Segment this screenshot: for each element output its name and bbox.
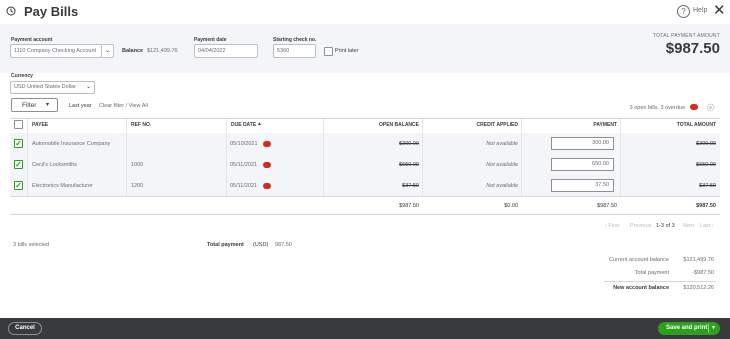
column-header-total-amount[interactable]: TOTAL AMOUNT	[622, 122, 716, 128]
credit-applied-cell: Not available	[486, 141, 518, 147]
filter-button[interactable]: Filter ▾	[11, 98, 58, 112]
payee-cell: Cecil's Locksmiths	[32, 162, 78, 168]
button-divider	[708, 324, 709, 333]
total-payment-amount: $987.50	[665, 40, 720, 57]
print-later-checkbox[interactable]	[324, 47, 333, 56]
credit-applied-total: $0.00	[504, 203, 518, 209]
title-bar	[0, 0, 730, 24]
payment-date-input[interactable]: 04/04/2022	[194, 44, 258, 58]
column-header-open-balance[interactable]: OPEN BALANCE	[325, 122, 419, 128]
ref-cell: 1200	[131, 183, 144, 189]
row-checkbox[interactable]: ✓	[14, 139, 23, 148]
chevron-down-icon[interactable]: ⌄	[86, 83, 91, 90]
row-checkbox[interactable]: ✓	[14, 181, 23, 190]
history-icon[interactable]	[6, 6, 16, 16]
column-header-ref-no[interactable]: REF NO.	[131, 122, 151, 128]
overdue-alert-icon	[690, 104, 698, 110]
balance-value: $121,499.76	[147, 48, 178, 54]
filter-last-year: Last year	[69, 103, 92, 109]
column-header-credit-applied[interactable]: CREDIT APPLIED	[424, 122, 518, 128]
pagination-first[interactable]: ‹ First	[605, 223, 619, 229]
open-balance-total: $987.50	[399, 203, 419, 209]
cancel-button[interactable]: Cancel	[8, 322, 42, 335]
settings-gear-icon[interactable]	[706, 103, 715, 112]
open-balance-cell: $300.00	[399, 141, 419, 147]
summary-total-payment-currency: (USD)	[253, 242, 269, 248]
pagination-last[interactable]: Last ›	[700, 223, 714, 229]
row-checkbox[interactable]: ✓	[14, 160, 23, 169]
divider	[604, 281, 716, 282]
column-header-due-date[interactable]: DUE DATE	[231, 122, 256, 128]
payment-total: $987.50	[597, 203, 617, 209]
chevron-down-icon[interactable]: ⌄	[102, 44, 114, 58]
help-link[interactable]: Help	[693, 7, 707, 14]
clear-filter-link[interactable]: Clear filter / View All	[99, 103, 148, 109]
total-amount-total: $987.50	[696, 203, 716, 209]
current-balance-label: Current account balance	[609, 257, 669, 263]
bills-selected: 3 bills selected	[13, 242, 50, 248]
total-payment-line-label: Total payment	[634, 270, 669, 276]
credit-applied-cell: Not available	[486, 183, 518, 189]
open-balance-cell: $37.50	[402, 183, 419, 189]
total-amount-cell: $37.50	[699, 183, 716, 189]
total-amount-cell: $650.00	[696, 162, 716, 168]
credit-applied-cell: Not available	[486, 162, 518, 168]
pagination-range: 1-3 of 3	[656, 223, 675, 229]
due-date-cell: 05/11/2021	[230, 183, 258, 189]
close-icon[interactable]: ✕	[713, 3, 726, 18]
payment-account-select[interactable]: 1110 Company Checking Account	[10, 44, 102, 58]
footer-bar	[0, 318, 730, 339]
currency-select[interactable]: USD United States Dollar	[10, 81, 95, 94]
total-payment-line-value: -$987.50	[692, 270, 714, 276]
summary-total-payment-value: 987.50	[275, 242, 292, 248]
current-balance-value: $121,499.76	[683, 257, 714, 263]
column-header-payment[interactable]: PAYMENT	[523, 122, 617, 128]
payment-input[interactable]: 300.00	[551, 137, 614, 150]
save-and-print-button[interactable]: Save and print ▾	[658, 322, 720, 335]
starting-check-label: Starting check no.	[273, 37, 317, 43]
new-balance-value: $120,512.26	[683, 285, 714, 291]
caret-down-icon: ▾	[46, 102, 50, 108]
sort-arrow-up-icon: ▲	[257, 121, 262, 127]
filter-button-label: Filter	[22, 102, 37, 109]
page-title: Pay Bills	[24, 4, 79, 19]
payment-input[interactable]: 37.50	[551, 179, 614, 192]
payment-input[interactable]: 650.00	[551, 158, 614, 171]
payment-date-label: Payment date	[194, 37, 227, 43]
open-bills-summary: 3 open bills, 3 overdue	[629, 105, 685, 111]
overdue-alert-icon	[263, 141, 271, 147]
due-date-cell: 05/11/2021	[230, 162, 258, 168]
balance-label: Balance	[122, 48, 144, 54]
column-header-payee[interactable]: PAYEE	[32, 122, 48, 128]
overdue-alert-icon	[263, 183, 271, 189]
ref-cell: 1000	[131, 162, 144, 168]
due-date-cell: 05/10/2021	[230, 141, 258, 147]
open-balance-cell: $650.00	[399, 162, 419, 168]
select-all-checkbox[interactable]	[14, 120, 23, 129]
total-amount-cell: $300.00	[696, 141, 716, 147]
help-icon[interactable]: ?	[677, 5, 690, 18]
payee-cell: Automobile Insurance Company	[32, 141, 111, 147]
payee-cell: Electronics Manufacturer	[32, 183, 93, 189]
caret-down-icon[interactable]: ▾	[712, 322, 715, 335]
save-and-print-label: Save and print	[666, 325, 708, 331]
currency-label: Currency	[11, 73, 33, 79]
starting-check-input[interactable]: 5360	[273, 44, 316, 58]
pagination-previous[interactable]: Previous	[630, 223, 651, 229]
overdue-alert-icon	[263, 162, 271, 168]
summary-total-payment-label: Total payment	[207, 242, 244, 248]
new-balance-label: New account balance	[613, 285, 669, 291]
payment-account-label: Payment account	[11, 37, 53, 43]
print-later-label: Print later	[335, 48, 359, 54]
pagination-next[interactable]: Next	[683, 223, 694, 229]
total-payment-amount-label: TOTAL PAYMENT AMOUNT	[653, 33, 720, 39]
